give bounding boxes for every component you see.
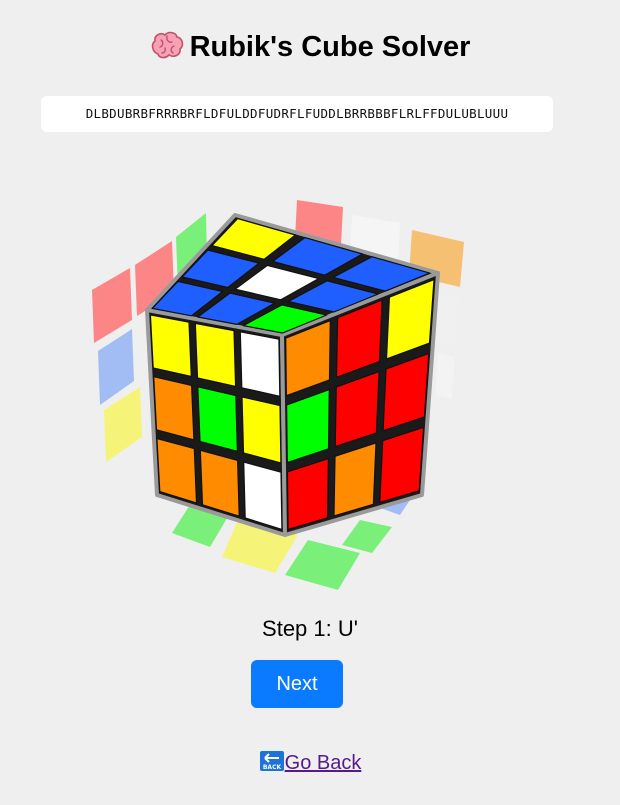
front-sticker-8[interactable]	[243, 461, 283, 530]
brain-icon	[150, 30, 184, 60]
next-button[interactable]: Next	[251, 660, 343, 708]
cube-3d-view[interactable]	[60, 185, 540, 605]
front-sticker-2[interactable]	[239, 331, 281, 397]
front-sticker-4[interactable]	[197, 386, 238, 452]
front-sticker-3[interactable]	[153, 376, 195, 441]
reflection-sticker-9	[436, 353, 455, 399]
cube-svg[interactable]	[60, 185, 540, 605]
reflection-sticker-4	[104, 387, 142, 462]
go-back-label[interactable]: Go Back	[285, 752, 362, 774]
front-sticker-5[interactable]	[241, 396, 282, 464]
reflection-sticker-14	[342, 520, 392, 553]
page-title: Rubik's Cube Solver	[0, 30, 620, 64]
front-sticker-7[interactable]	[199, 449, 240, 517]
back-arrow-icon: BACK	[259, 750, 285, 772]
svg-text:BACK: BACK	[263, 764, 282, 771]
reflection-sticker-0	[92, 268, 132, 343]
front-sticker-0[interactable]	[149, 314, 192, 378]
title-text: Rubik's Cube Solver	[189, 31, 471, 63]
cube-state-string: DLBDUBRBFRRRBRFLDFULDDFUDRFLFUDDLBRRBBBF…	[41, 96, 553, 132]
front-sticker-1[interactable]	[194, 322, 237, 387]
go-back-link[interactable]: BACK Go Back	[0, 750, 620, 775]
step-indicator: Step 1: U'	[262, 616, 358, 641]
reflection-sticker-13	[285, 540, 360, 590]
reflection-sticker-3	[98, 329, 134, 405]
